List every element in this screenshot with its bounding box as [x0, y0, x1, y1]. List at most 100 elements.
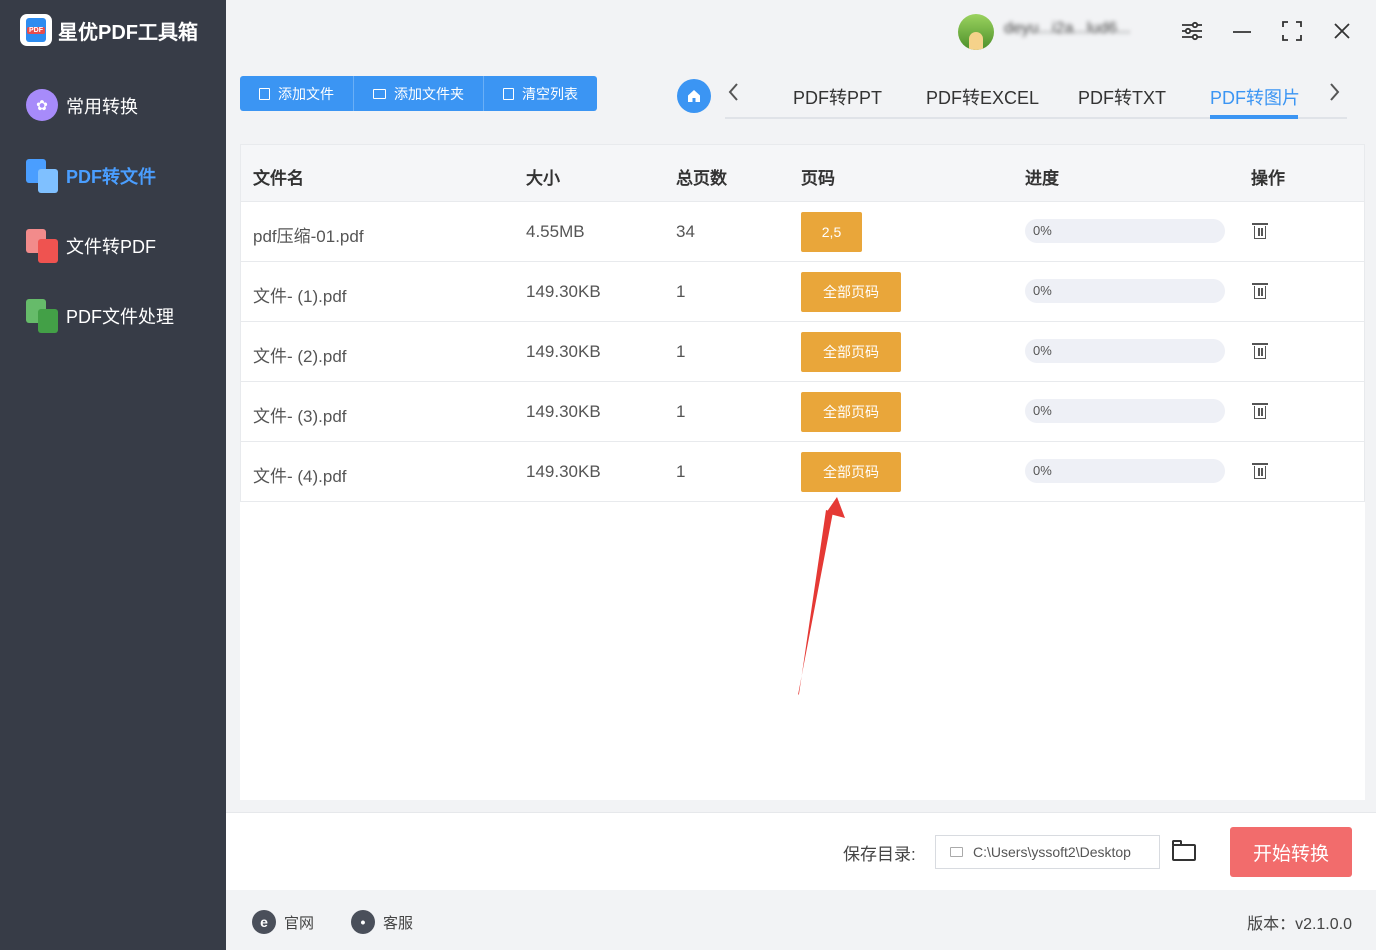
add-file-label: 添加文件	[278, 85, 334, 102]
progress-text: 0%	[1033, 223, 1052, 238]
username[interactable]: deyu...i2a...lud6...	[1004, 20, 1130, 38]
sidebar-item-file-to-pdf[interactable]: 文件转PDF	[26, 229, 156, 263]
progress-bar: 0%	[1025, 399, 1225, 423]
close-icon[interactable]	[1329, 18, 1355, 44]
home-button[interactable]	[677, 79, 711, 113]
delete-icon[interactable]	[1252, 343, 1268, 359]
delete-icon[interactable]	[1252, 403, 1268, 419]
settings-sliders-icon[interactable]	[1179, 18, 1205, 44]
progress-text: 0%	[1033, 283, 1052, 298]
file-pages: 1	[676, 282, 686, 301]
minimize-icon[interactable]	[1229, 18, 1255, 44]
progress-text: 0%	[1033, 343, 1052, 358]
file-size: 149.30KB	[526, 402, 601, 421]
sidebar-item-label: PDF文件处理	[66, 307, 174, 327]
chevron-left-icon	[728, 83, 738, 101]
tab-pdf-to-image[interactable]: PDF转图片	[1210, 84, 1300, 110]
pdf-process-icon	[26, 299, 60, 333]
tab-prev-arrow[interactable]	[727, 82, 739, 108]
delete-icon[interactable]	[1252, 223, 1268, 239]
browse-folder-icon[interactable]	[1172, 840, 1198, 862]
tab-pdf-to-excel[interactable]: PDF转EXCEL	[926, 84, 1039, 110]
chevron-right-icon	[1330, 83, 1340, 101]
sidebar-item-pdf-process[interactable]: PDF文件处理	[26, 299, 174, 333]
header-total-pages: 总页数	[676, 169, 727, 188]
header-page-range: 页码	[801, 169, 835, 188]
file-icon	[259, 87, 270, 100]
add-folder-button[interactable]: 添加文件夹	[354, 76, 484, 111]
tab-pdf-to-txt[interactable]: PDF转TXT	[1078, 84, 1166, 110]
page-range-button[interactable]: 全部页码	[801, 392, 901, 432]
ie-icon: e	[252, 910, 276, 934]
file-toolbar: 添加文件 添加文件夹 清空列表	[240, 76, 597, 111]
table-row[interactable]: 文件- (2).pdf 149.30KB 1 全部页码 0%	[240, 322, 1365, 382]
delete-icon[interactable]	[1252, 283, 1268, 299]
sidebar-item-label: PDF转文件	[66, 167, 156, 187]
app-title: 星优PDF工具箱	[58, 21, 198, 44]
maximize-icon[interactable]	[1279, 18, 1305, 44]
file-size: 4.55MB	[526, 222, 585, 241]
website-link[interactable]: e 官网	[252, 910, 314, 934]
file-name: pdf压缩-01.pdf	[253, 227, 364, 246]
header-progress: 进度	[1025, 169, 1059, 188]
website-label: 官网	[284, 914, 315, 932]
file-name: 文件- (1).pdf	[253, 287, 347, 306]
tab-next-arrow[interactable]	[1329, 82, 1341, 108]
apps-icon: ✿	[26, 89, 60, 123]
footer: e 官网 • 客服 版本：v2.1.0.0	[226, 890, 1376, 950]
version-text: 版本：v2.1.0.0	[1247, 916, 1352, 933]
page-range-button[interactable]: 全部页码	[801, 452, 901, 492]
delete-icon[interactable]	[1252, 463, 1268, 479]
header-actions: 操作	[1251, 169, 1285, 188]
page-range-button[interactable]: 全部页码	[801, 272, 901, 312]
pdf-to-file-icon	[26, 159, 60, 193]
sidebar: 星优PDF工具箱 ✿ 常用转换 PDF转文件 文件转PDF PDF文件处理	[0, 0, 226, 950]
file-size: 149.30KB	[526, 342, 601, 361]
file-pages: 1	[676, 402, 686, 421]
add-folder-label: 添加文件夹	[394, 85, 464, 102]
clear-list-button[interactable]: 清空列表	[484, 76, 597, 111]
file-table: 文件名 大小 总页数 页码 进度 操作 pdf压缩-01.pdf 4.55MB …	[240, 144, 1365, 800]
table-header: 文件名 大小 总页数 页码 进度 操作	[240, 144, 1365, 202]
file-pages: 1	[676, 462, 686, 481]
chat-bubble-icon: •	[351, 910, 375, 934]
save-dir-input[interactable]: C:\Users\yssoft2\Desktop	[935, 835, 1160, 869]
file-size: 149.30KB	[526, 462, 601, 481]
sidebar-item-pdf-to-file[interactable]: PDF转文件	[26, 159, 156, 193]
folder-icon	[373, 88, 386, 99]
progress-bar: 0%	[1025, 459, 1225, 483]
page-range-button[interactable]: 全部页码	[801, 332, 901, 372]
support-link[interactable]: • 客服	[351, 910, 413, 934]
table-row[interactable]: 文件- (3).pdf 149.30KB 1 全部页码 0%	[240, 382, 1365, 442]
progress-bar: 0%	[1025, 279, 1225, 303]
pdf-logo-icon	[20, 14, 52, 46]
progress-text: 0%	[1033, 403, 1052, 418]
file-name: 文件- (3).pdf	[253, 407, 347, 426]
file-pages: 1	[676, 342, 686, 361]
tab-pdf-to-ppt[interactable]: PDF转PPT	[793, 84, 882, 110]
sidebar-item-label: 文件转PDF	[66, 237, 156, 257]
home-icon	[688, 90, 700, 102]
sidebar-item-label: 常用转换	[66, 97, 138, 117]
table-row[interactable]: pdf压缩-01.pdf 4.55MB 34 2,5 0%	[240, 202, 1365, 262]
sidebar-item-common[interactable]: ✿ 常用转换	[26, 89, 138, 123]
file-to-pdf-icon	[26, 229, 60, 263]
support-label: 客服	[383, 914, 414, 932]
add-file-button[interactable]: 添加文件	[240, 76, 354, 111]
progress-text: 0%	[1033, 463, 1052, 478]
table-row[interactable]: 文件- (4).pdf 149.30KB 1 全部页码 0%	[240, 442, 1365, 502]
folder-icon	[950, 847, 963, 857]
header-size: 大小	[526, 169, 560, 188]
active-tab-indicator	[1210, 115, 1298, 119]
bottom-bar: 保存目录: C:\Users\yssoft2\Desktop 开始转换	[226, 812, 1376, 890]
table-row[interactable]: 文件- (1).pdf 149.30KB 1 全部页码 0%	[240, 262, 1365, 322]
user-avatar[interactable]	[958, 14, 994, 50]
clear-list-label: 清空列表	[522, 85, 578, 102]
start-convert-button[interactable]: 开始转换	[1230, 827, 1352, 877]
page-range-button[interactable]: 2,5	[801, 212, 862, 252]
app-logo: 星优PDF工具箱	[20, 14, 198, 46]
file-size: 149.30KB	[526, 282, 601, 301]
file-pages: 34	[676, 222, 695, 241]
progress-bar: 0%	[1025, 339, 1225, 363]
file-name: 文件- (2).pdf	[253, 347, 347, 366]
